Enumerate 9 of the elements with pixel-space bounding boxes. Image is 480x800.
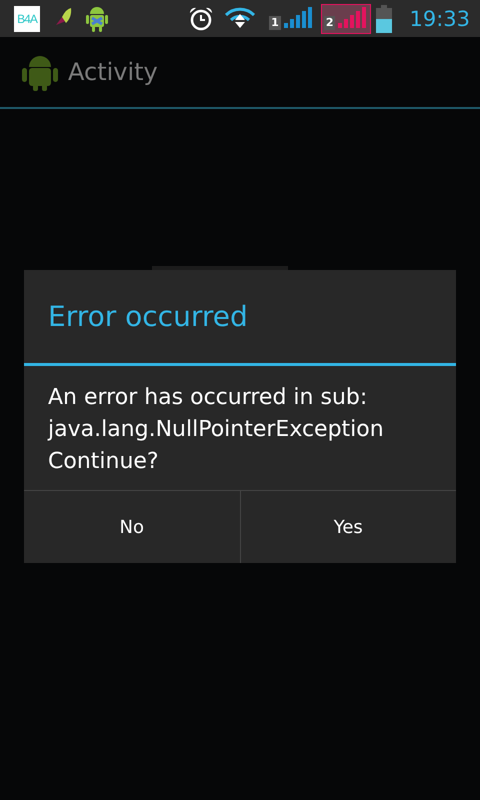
alarm-clock-icon — [188, 6, 214, 32]
sim-number: 1 — [269, 16, 281, 30]
dialog-title: Error occurred — [24, 270, 456, 366]
clock-time: 19:33 — [409, 6, 470, 30]
sim-number: 2 — [324, 16, 336, 30]
app-notification-icon: B4A — [14, 6, 40, 32]
app-title: Activity — [68, 58, 158, 86]
battery-icon — [375, 4, 394, 32]
dialog-message: An error has occurred in sub: java.lang.NullPointerException Continue? — [46, 384, 385, 476]
